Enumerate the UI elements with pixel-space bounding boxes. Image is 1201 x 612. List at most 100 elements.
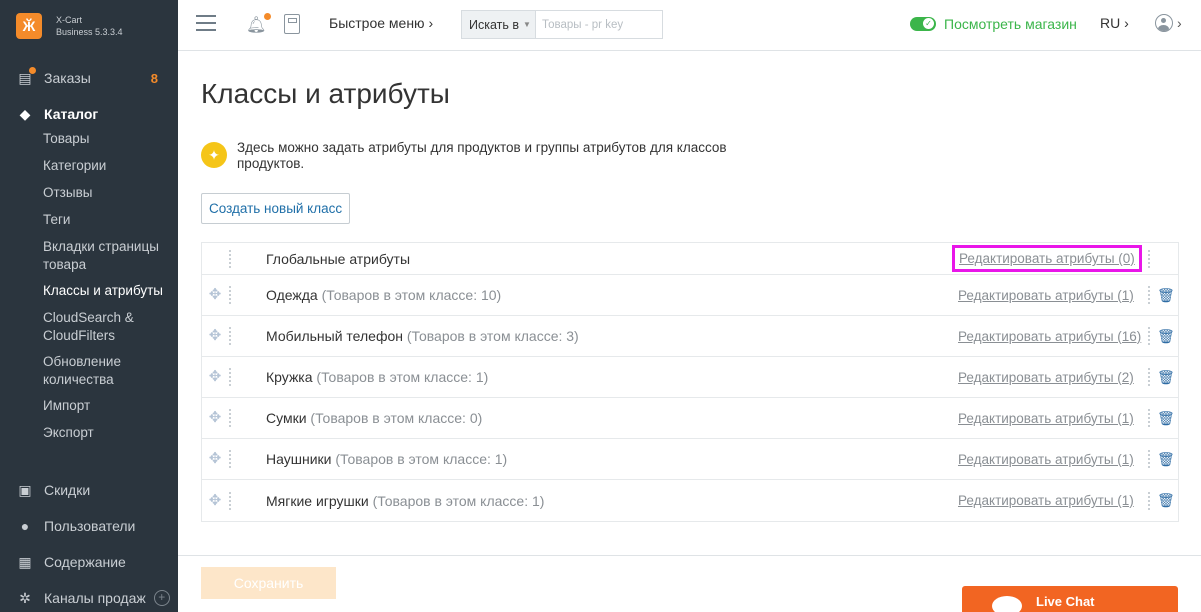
sidebar-item-label: Пользователи [44,518,136,534]
sidebar-subitem-cloudsearch[interactable]: CloudSearch & CloudFilters [0,309,150,353]
dots-separator-icon [229,286,231,304]
user-menu[interactable]: › [1155,14,1182,32]
sidebar-item-orders[interactable]: ▤ Заказы 8 [0,64,178,92]
brand[interactable]: Ӂ X-Cart Business 5.3.3.4 [0,0,178,51]
class-product-count: (Товаров в этом классе: 1) [316,369,489,385]
table-row: ✥ Наушники (Товаров в этом классе: 1) Ре… [202,439,1178,480]
page-title: Классы и атрибуты [201,78,450,109]
class-name: Наушники (Товаров в этом классе: 1) [266,451,508,467]
dots-separator-icon [1148,286,1150,304]
quick-menu[interactable]: Быстрое меню › [329,15,433,31]
sidebar-subitem-export[interactable]: Экспорт [0,424,178,451]
tag-icon: ◆ [19,105,31,122]
class-name: Сумки (Товаров в этом классе: 0) [266,410,483,426]
sidebar-subitem-tags[interactable]: Теги [0,211,178,238]
create-class-button[interactable]: Создать новый класс [201,193,351,224]
hamburger-menu-icon[interactable] [196,15,216,31]
trash-icon[interactable]: 🗑︎ [1157,328,1175,345]
orders-icon: ▤ [16,67,36,86]
bell-icon[interactable]: 🔔︎ [246,13,272,35]
notification-dot [29,67,36,74]
class-name: Мобильный телефон (Товаров в этом классе… [266,328,579,344]
search-scope-label: Искать в [469,17,520,32]
sidebar-item-content[interactable]: ▦ Содержание [0,544,178,580]
drag-handle-icon[interactable]: ✥ [207,287,223,303]
chat-bubble-icon [992,596,1022,612]
sidebar-item-label: Каналы продаж [44,590,146,606]
brand-name: X-Cart Business 5.3.3.4 [56,14,123,38]
edit-attributes-link[interactable]: Редактировать атрибуты (1) [958,288,1134,303]
dots-separator-icon [1148,491,1150,510]
edit-attributes-link[interactable]: Редактировать атрибуты (16) [958,329,1141,344]
sidebar-subitem-import[interactable]: Импорт [0,397,178,424]
orders-count-badge: 8 [150,70,158,86]
class-name: Одежда (Товаров в этом классе: 10) [266,287,502,303]
table-row: ✥ Кружка (Товаров в этом классе: 1) Реда… [202,357,1178,398]
sidebar-nav-bottom: ▣ Скидки ● Пользователи ▦ Содержание ✲ К… [0,472,178,612]
edit-attributes-link[interactable]: Редактировать атрибуты (1) [958,493,1134,508]
dots-separator-icon [1148,450,1150,468]
dots-separator-icon [1148,327,1150,345]
content-icon: ▦ [18,553,32,570]
dots-separator-icon [229,450,231,468]
live-chat-widget[interactable]: Live Chat [962,586,1178,612]
store-toggle-icon[interactable] [910,17,936,31]
search-input[interactable] [536,11,662,38]
chevron-right-icon: › [1177,15,1182,31]
calculator-icon[interactable] [284,14,300,34]
sidebar-item-users[interactable]: ● Пользователи [0,508,178,544]
edit-attributes-link[interactable]: Редактировать атрибуты (1) [958,411,1134,426]
sidebar-subitem-reviews[interactable]: Отзывы [0,184,178,211]
class-product-count: (Товаров в этом классе: 1) [372,492,545,509]
table-row: Глобальные атрибуты Редактировать атрибу… [202,243,1178,275]
sidebar-subitem-classes-attributes[interactable]: Классы и атрибуты [0,282,178,309]
edit-attributes-link[interactable]: Редактировать атрибуты (1) [958,452,1134,467]
sidebar-subitem-products[interactable]: Товары [0,130,178,157]
dots-separator-icon [1148,409,1150,427]
view-store-link[interactable]: Посмотреть магазин [910,16,1077,32]
user-avatar-icon [1155,14,1173,32]
drag-handle-icon[interactable]: ✥ [207,410,223,426]
edit-attributes-link[interactable]: Редактировать атрибуты (0) [952,245,1142,272]
sidebar-item-catalog[interactable]: ◆ Каталог [0,100,178,128]
dots-separator-icon [1148,368,1150,386]
users-icon: ● [20,518,30,534]
lightbulb-icon: ✦ [201,142,227,168]
drag-handle-icon[interactable]: ✥ [207,451,223,467]
trash-icon[interactable]: 🗑︎ [1157,410,1175,427]
sidebar-item-label: Содержание [44,554,126,570]
classes-table: Глобальные атрибуты Редактировать атрибу… [201,242,1179,522]
xcart-logo-icon: Ӂ [16,12,42,39]
add-channel-icon[interactable]: + [153,590,170,606]
sidebar-subitem-categories[interactable]: Категории [0,157,178,184]
view-store-label: Посмотреть магазин [944,16,1077,32]
sidebar-item-discounts[interactable]: ▣ Скидки [0,472,178,508]
dots-separator-icon [229,327,231,345]
dots-separator-icon [229,491,231,510]
table-row: ✥ Мобильный телефон (Товаров в этом клас… [202,316,1178,357]
drag-handle-icon[interactable]: ✥ [207,369,223,385]
search-scope-select[interactable]: Искать в ▼ [462,11,536,38]
sidebar-subitem-update-quantity[interactable]: Обновление количества [0,353,150,397]
class-name: Кружка (Товаров в этом классе: 1) [266,369,489,385]
trash-icon[interactable]: 🗑︎ [1157,369,1175,386]
class-product-count: (Товаров в этом классе: 10) [321,287,502,303]
sidebar-item-label: Заказы [44,70,91,86]
sidebar-item-sales-channels[interactable]: ✲ Каналы продаж + [0,580,178,612]
sidebar-subitem-product-tabs[interactable]: Вкладки страницы товара [0,238,170,282]
edit-attributes-link[interactable]: Редактировать атрибуты (2) [958,370,1134,385]
trash-icon[interactable]: 🗑︎ [1157,492,1175,509]
search-group: Искать в ▼ [461,10,663,39]
dots-separator-icon [1148,249,1150,268]
language-selector[interactable]: RU › [1100,15,1129,31]
dots-separator-icon [229,409,231,427]
save-button[interactable]: Сохранить [201,567,336,599]
sidebar: Ӂ X-Cart Business 5.3.3.4 ▤ Заказы 8 ◆ К… [0,0,178,612]
sidebar-nav: ▤ Заказы 8 ◆ Каталог Товары Категории От… [0,64,178,451]
drag-handle-icon[interactable]: ✥ [207,492,223,509]
trash-icon[interactable]: 🗑︎ [1157,287,1175,304]
sidebar-item-label: Скидки [44,482,91,498]
class-name: Мягкие игрушки (Товаров в этом классе: 1… [266,492,545,509]
drag-handle-icon[interactable]: ✥ [207,328,223,344]
trash-icon[interactable]: 🗑︎ [1157,451,1175,468]
